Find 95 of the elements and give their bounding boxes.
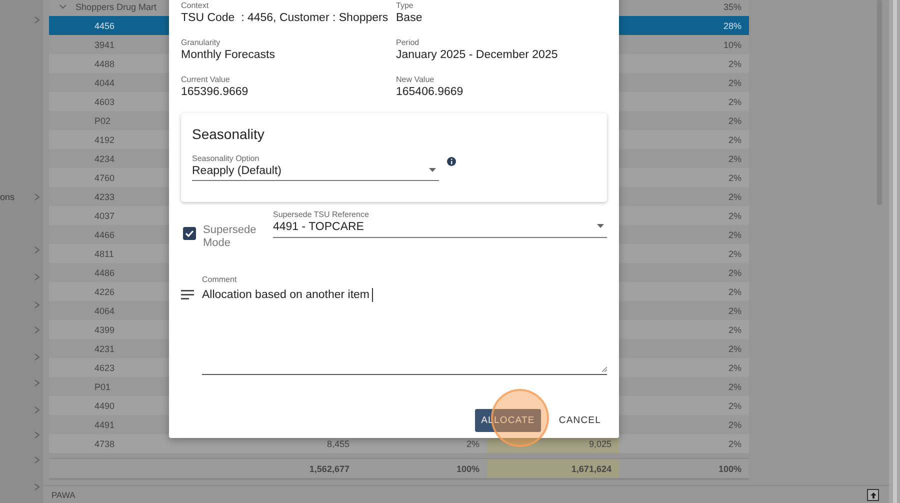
total-cell-text: 100% (455, 464, 480, 474)
table-cell[interactable]: 2% (619, 230, 750, 240)
table-cell: 4488 (94, 58, 114, 68)
table-cell: 4466 (94, 230, 114, 240)
table-cell[interactable]: 2% (619, 134, 750, 144)
chevron-right-icon[interactable] (34, 406, 40, 414)
table-cell-text: 2% (465, 438, 480, 448)
table-cell: 4226 (94, 286, 114, 296)
table-cell[interactable]: 2% (619, 96, 750, 106)
bottom-bar-label: PAWA (51, 490, 76, 500)
arrow-up-icon (870, 492, 877, 498)
total-cell-text: 100% (717, 464, 742, 474)
table-cell-text: 9,025 (588, 438, 612, 448)
chevron-down-icon[interactable] (59, 4, 68, 10)
chevron-right-icon[interactable] (34, 379, 40, 387)
chevron-right-icon[interactable] (34, 326, 40, 334)
table-cell: 4233 (94, 192, 114, 202)
notes-icon (181, 290, 194, 300)
field-value: Base (396, 11, 424, 25)
field-label: Granularity (181, 38, 222, 48)
table-cell[interactable]: 2% (619, 78, 750, 88)
table-cell: 4623 (94, 362, 114, 372)
field-label: Current Value (181, 75, 231, 85)
table-cell: 4192 (94, 134, 114, 144)
table-cell[interactable]: 2% (619, 116, 750, 126)
chevron-right-icon[interactable] (34, 353, 40, 361)
scroll-top-button[interactable] (867, 489, 880, 501)
table-cell[interactable]: 2% (619, 420, 750, 430)
reference-select[interactable]: Supersede TSU Reference 4491 - TOPCARE (273, 210, 607, 238)
table-cell[interactable]: 2% (619, 382, 750, 392)
table-cell[interactable]: 2% (619, 362, 750, 372)
table-cell[interactable]: 2% (619, 306, 750, 316)
table-cell: 4738 (94, 438, 114, 448)
table-cell: 3941 (94, 40, 114, 50)
field-label: New Value (396, 75, 436, 85)
table-cell: 4399 (94, 324, 114, 334)
field-value: January 2025 - December 2025 (396, 48, 559, 62)
table-cell: 4760 (94, 172, 114, 182)
table-cell[interactable]: 2% (619, 172, 750, 182)
checkbox-label: Supersede Mode (203, 224, 258, 250)
chevron-right-icon[interactable] (34, 456, 40, 464)
chevron-right-icon[interactable] (34, 301, 40, 309)
table-cell: 4491 (94, 420, 114, 430)
table-cell: 4456 (94, 20, 114, 30)
chevron-right-icon[interactable] (34, 273, 40, 281)
table-cell-text: 35% (722, 2, 742, 12)
table-cell[interactable]: 2% (619, 154, 750, 164)
field-label: Period (396, 38, 420, 48)
table-cell: 4490 (94, 400, 114, 410)
checkbox[interactable] (183, 227, 196, 240)
comment-field[interactable]: Comment Allocation based on another item (202, 275, 607, 375)
field-value: TSU Code : 4456, Customer : Shoppers (181, 11, 390, 25)
table-cell[interactable]: 28% (619, 20, 750, 30)
chevron-right-icon[interactable] (34, 483, 40, 491)
table-cell[interactable]: 2% (619, 324, 750, 334)
sidebar-item-label: ons (0, 192, 15, 202)
total-cell-text: 1,671,624 (571, 464, 612, 474)
table-cell: 4234 (94, 154, 114, 164)
chevron-right-icon[interactable] (34, 246, 40, 254)
card-title: Seasonality (192, 126, 266, 142)
table-cell[interactable]: 2% (619, 58, 750, 68)
chevron-right-icon[interactable] (34, 193, 40, 201)
group-label: Shoppers Drug Mart (75, 2, 157, 12)
total-cell-text: 1,562,677 (308, 464, 350, 474)
table-cell[interactable]: 2% (619, 248, 750, 258)
field-value: 165396.9669 (181, 85, 250, 99)
field-value: Monthly Forecasts (181, 48, 276, 62)
table-cell: 4603 (94, 96, 114, 106)
page-scrollbar[interactable] (889, 0, 900, 503)
field-value: 165406.9669 (396, 85, 464, 99)
resize-handle-icon[interactable] (602, 367, 607, 372)
table-cell[interactable]: 2% (619, 268, 750, 278)
table-cell: 4811 (94, 248, 114, 258)
table-cell: 4037 (94, 210, 114, 220)
chevron-right-icon[interactable] (34, 16, 40, 24)
cancel-button[interactable]: CANCEL (552, 409, 607, 432)
field-label: Context (181, 1, 210, 11)
chevron-right-icon[interactable] (34, 431, 40, 439)
table-cell[interactable]: 10% (619, 40, 750, 50)
table-cell[interactable]: 2% (619, 210, 750, 220)
table-cell: 4044 (94, 78, 114, 88)
table-cell[interactable]: 2% (619, 344, 750, 354)
table-cell[interactable]: 2% (619, 192, 750, 202)
table-cell: 4486 (94, 268, 114, 278)
table-cell: 4231 (94, 344, 114, 354)
table-cell: P02 (94, 116, 110, 126)
table-cell[interactable]: 2% (619, 400, 750, 410)
table-cell: 4064 (94, 306, 114, 316)
seasonality-select[interactable]: Seasonality Option Reapply (Default) (192, 154, 439, 181)
table-cell: P01 (94, 382, 110, 392)
field-label: Type (396, 1, 414, 11)
table-cell[interactable]: 2% (619, 286, 750, 296)
table-cell[interactable]: 2% (619, 438, 750, 448)
info-icon[interactable] (447, 157, 456, 166)
table-cell-text: 8,455 (326, 438, 350, 448)
